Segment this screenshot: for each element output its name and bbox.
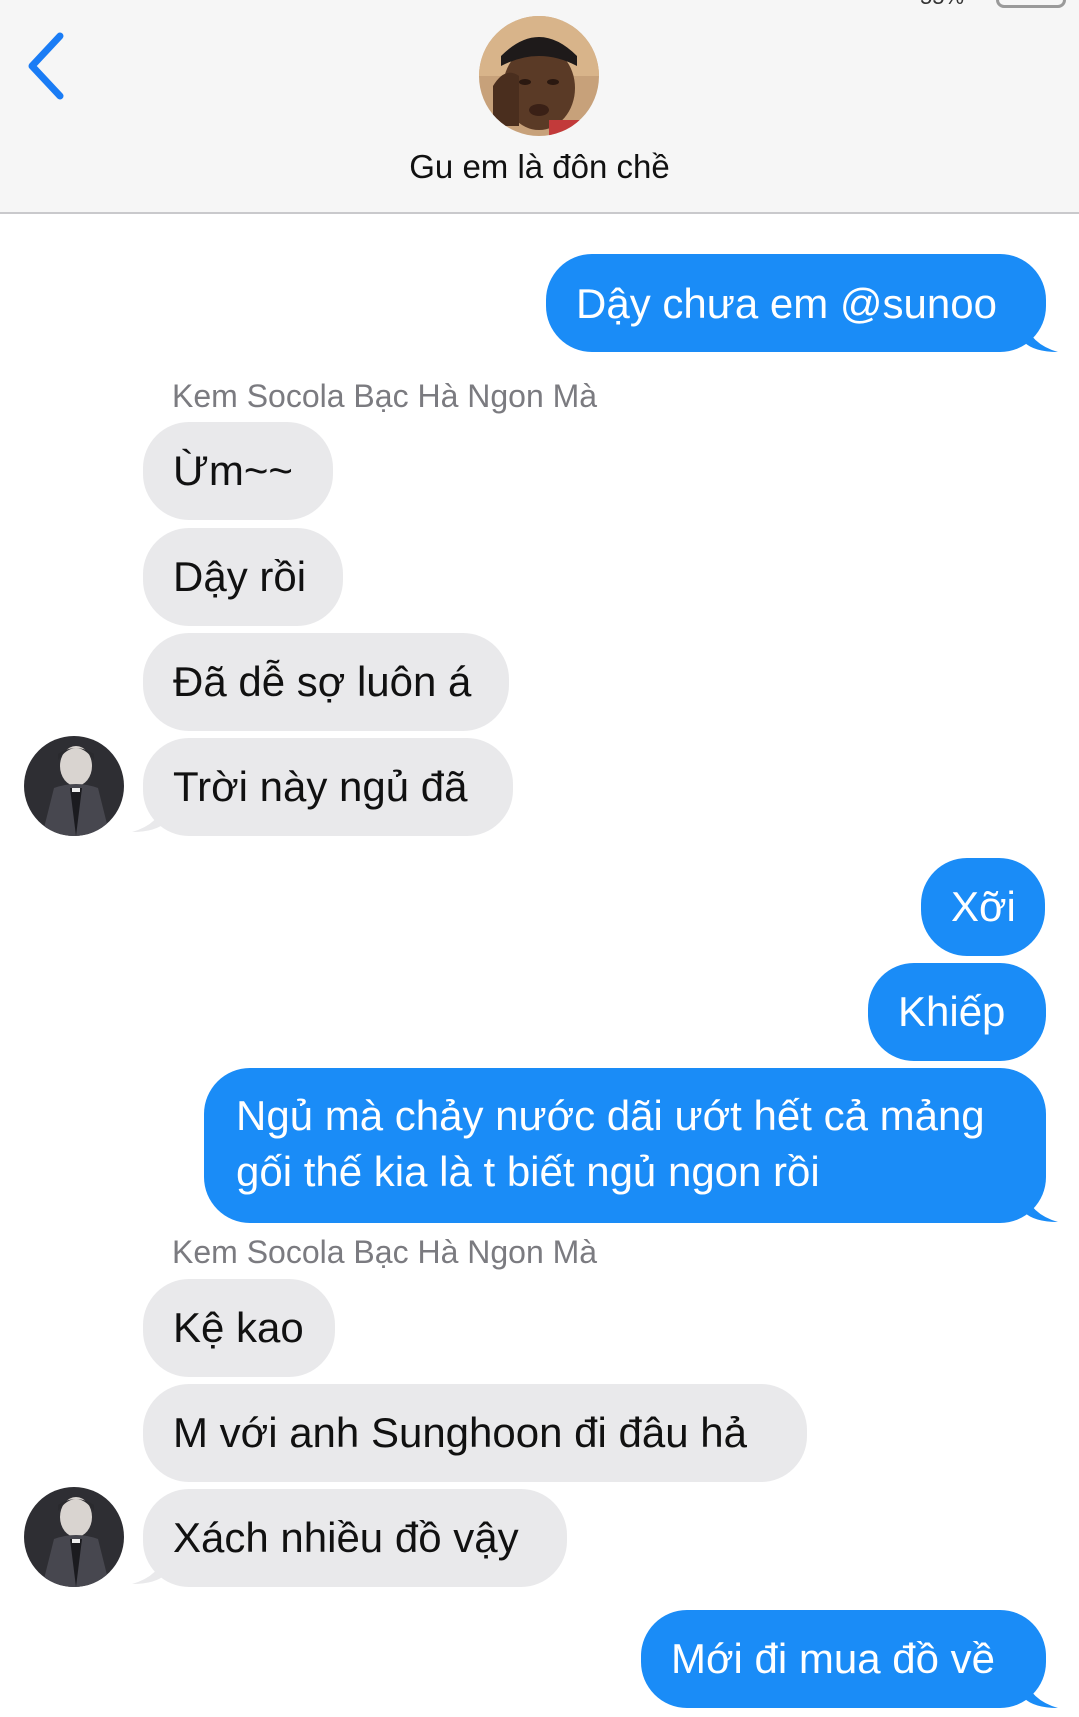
conversation-header: 55% Gu em là đôn chề (0, 0, 1079, 214)
message-text: Đã dễ sợ luôn á (173, 658, 472, 705)
outgoing-message[interactable]: Khiếp (868, 963, 1046, 1061)
incoming-message[interactable]: Dậy rồi (143, 528, 343, 626)
outgoing-message[interactable]: Ngủ mà chảy nước dãi ướt hết cả mảng gối… (204, 1068, 1046, 1223)
contact-avatar[interactable] (479, 16, 599, 136)
outgoing-message[interactable]: Dậy chưa em @sunoo (546, 254, 1046, 352)
bubble-tail (132, 1552, 166, 1584)
battery-percentage: 55% (920, 0, 964, 10)
message-text: Dậy rồi (173, 553, 307, 600)
bubble-tail (1024, 320, 1058, 352)
outgoing-message[interactable]: Mới đi mua đồ về (641, 1610, 1046, 1708)
sender-avatar-image (24, 1487, 124, 1587)
message-text: Xách nhiều đồ vậy (173, 1514, 519, 1561)
sender-avatar[interactable] (24, 1487, 124, 1587)
contact-avatar-image (479, 16, 599, 136)
message-text: Xỡi (951, 883, 1016, 930)
bubble-tail (132, 800, 166, 832)
bubble-tail (1024, 1676, 1058, 1708)
outgoing-message[interactable]: Xỡi (921, 858, 1045, 956)
incoming-message[interactable]: Trời này ngủ đã (143, 738, 513, 836)
message-text: Mới đi mua đồ về (671, 1635, 996, 1682)
sender-name: Kem Socola Bạc Hà Ngon Mà (172, 378, 598, 414)
sender-name: Kem Socola Bạc Hà Ngon Mà (172, 1234, 598, 1270)
incoming-message[interactable]: Kệ kao (143, 1279, 335, 1377)
message-text: Ừm~~ (173, 447, 293, 494)
message-text-line: Ngủ mà chảy nước dãi ướt hết cả mảng (236, 1092, 985, 1139)
sender-avatar-image (24, 736, 124, 836)
back-button[interactable] (20, 28, 76, 104)
sender-avatar[interactable] (24, 736, 124, 836)
incoming-message[interactable]: Ừm~~ (143, 422, 333, 520)
bubble-tail (1024, 1190, 1058, 1222)
incoming-message[interactable]: Xách nhiều đồ vậy (143, 1489, 567, 1587)
message-text: Trời này ngủ đã (173, 763, 468, 810)
message-text-line: gối thế kia là t biết ngủ ngon rồi (236, 1148, 820, 1195)
incoming-message[interactable]: M với anh Sunghoon đi đâu hả (143, 1384, 807, 1482)
message-text: Khiếp (898, 988, 1006, 1035)
battery-icon (996, 0, 1066, 8)
message-text: Kệ kao (173, 1304, 304, 1351)
message-text: Dậy chưa em @sunoo (576, 280, 997, 327)
message-text: M với anh Sunghoon đi đâu hả (173, 1409, 747, 1456)
contact-name[interactable]: Gu em là đôn chề (0, 148, 1079, 186)
chevron-left-icon (28, 32, 64, 100)
incoming-message[interactable]: Đã dễ sợ luôn á (143, 633, 509, 731)
